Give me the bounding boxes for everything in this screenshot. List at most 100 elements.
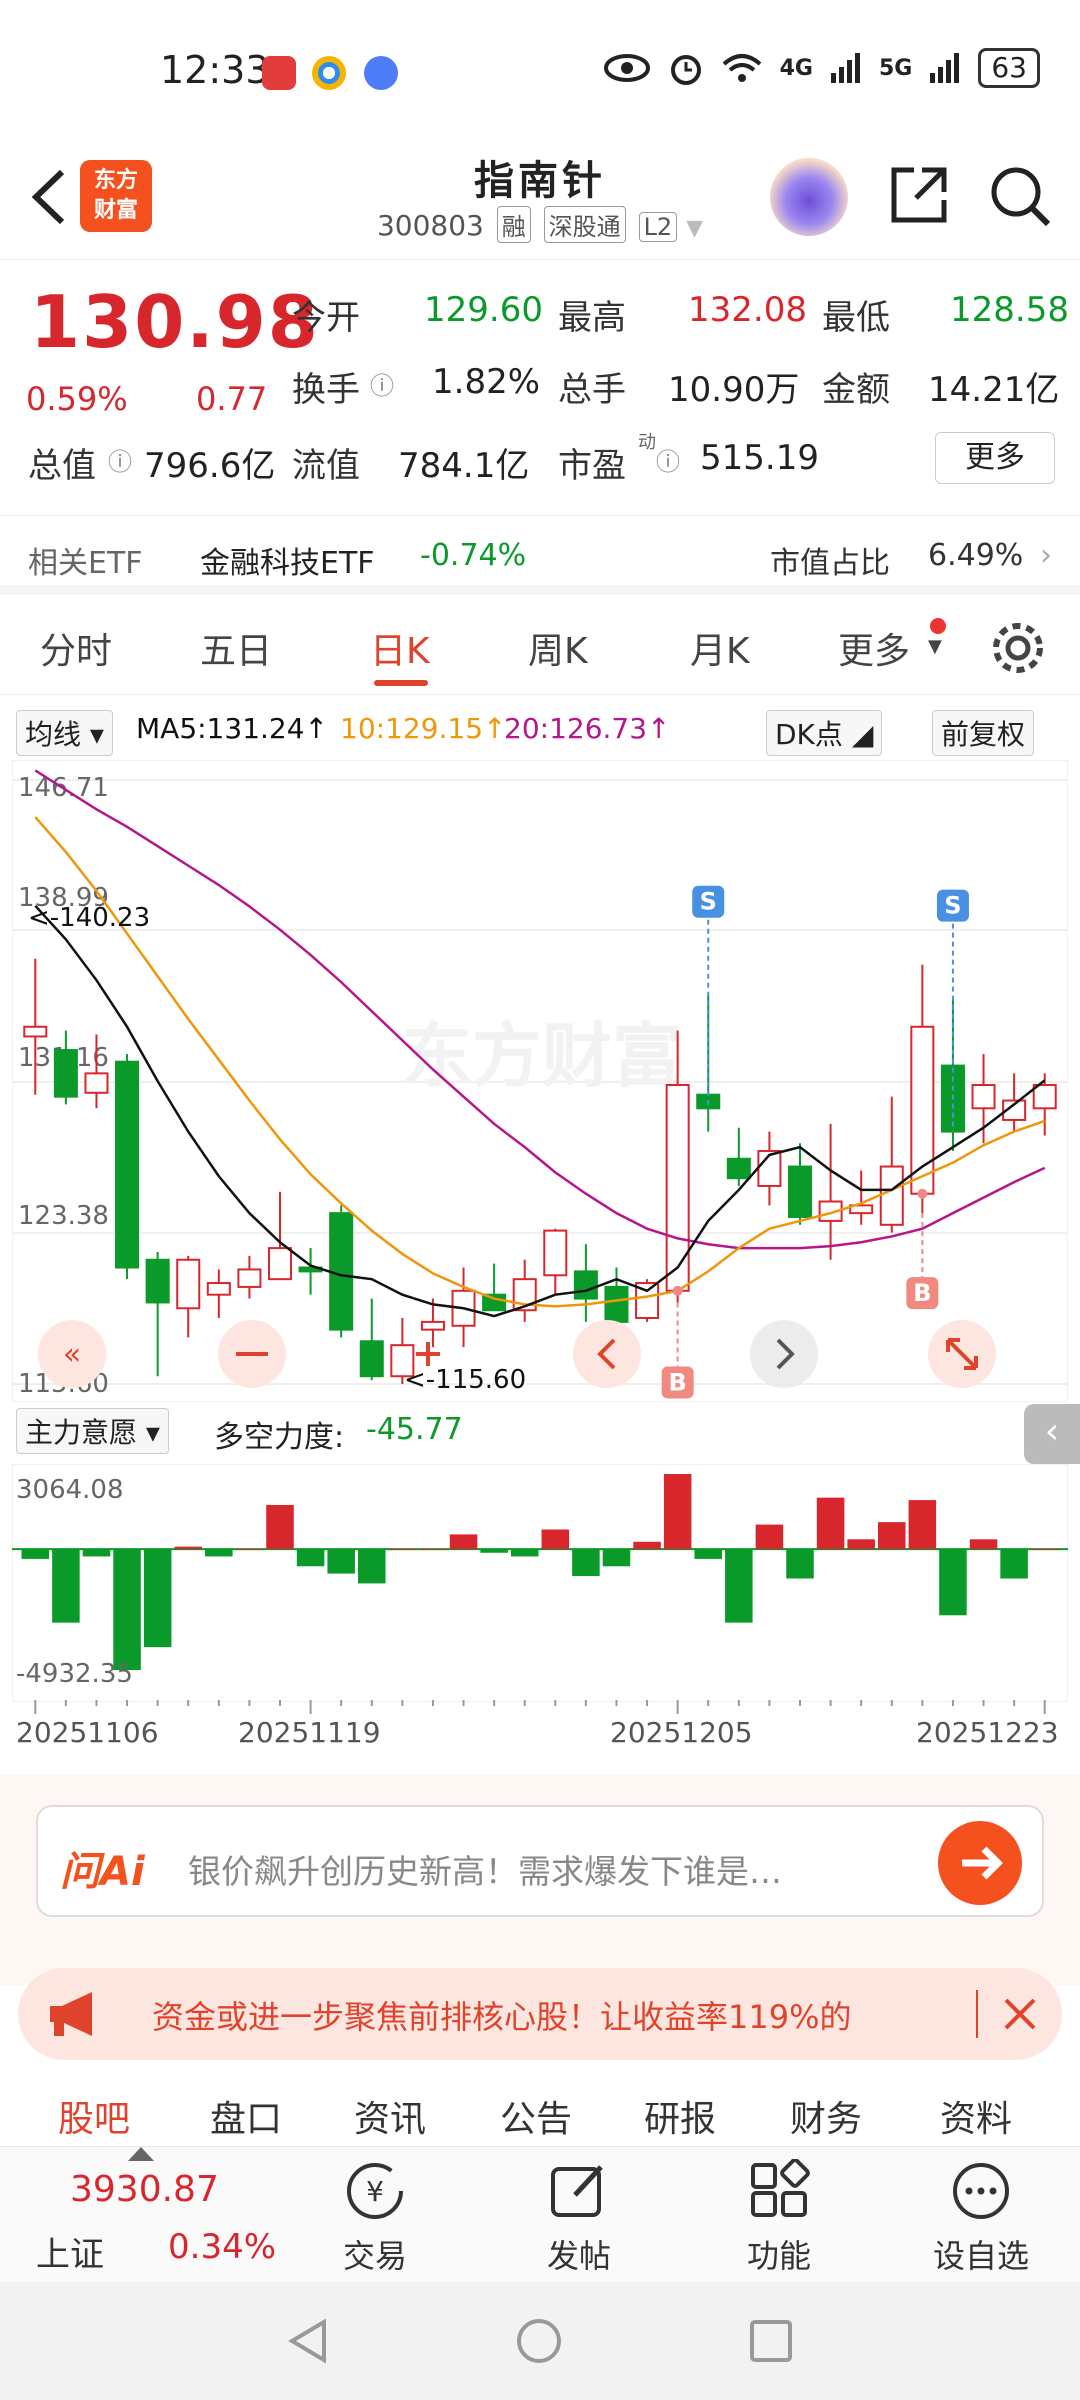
candle-body: [84, 1072, 109, 1094]
sub-bar: [52, 1549, 80, 1623]
dropdown-caret-icon: ▼: [686, 216, 704, 241]
minus-icon: [236, 1352, 268, 1356]
tab-orderbook[interactable]: 盘口: [210, 2090, 282, 2142]
system-nav-bar: [0, 2282, 1080, 2400]
search-icon[interactable]: [988, 164, 1052, 228]
kline-chart[interactable]: 东方财富 146.71 138.99 131.16 123.38 115.60 …: [12, 760, 1068, 1402]
amount-value: 14.21亿: [928, 370, 1060, 410]
float-label: 流值: [292, 446, 360, 486]
tab-five-day[interactable]: 五日: [200, 622, 272, 674]
tab-financials[interactable]: 财务: [790, 2090, 862, 2142]
edit-icon: [551, 2165, 603, 2217]
tab-announcements[interactable]: 公告: [500, 2090, 572, 2142]
tab-profile[interactable]: 资料: [940, 2090, 1012, 2142]
megaphone-icon: [50, 1992, 92, 2036]
volume-label: 总手: [558, 370, 626, 410]
sub-bar: [510, 1549, 539, 1557]
info-icon[interactable]: ⓘ: [656, 442, 680, 477]
sub-bar: [419, 1549, 447, 1551]
status-bar: 12:33 4G 5G 63: [0, 0, 1080, 140]
tab-research[interactable]: 研报: [644, 2090, 716, 2142]
nav-home-icon[interactable]: [514, 2316, 564, 2366]
info-icon[interactable]: ⓘ: [370, 366, 394, 401]
pe-dynamic-mark: 动: [638, 432, 656, 453]
wifi-icon: [722, 54, 761, 82]
notification-dot: [930, 618, 946, 634]
sub-indicator-label: 主力意愿: [25, 1416, 138, 1449]
fullscreen-button[interactable]: [928, 1320, 996, 1388]
high-value: 132.08: [688, 290, 807, 330]
collapse-side-button[interactable]: ‹: [1024, 1404, 1080, 1464]
tab-more[interactable]: 更多: [838, 622, 910, 674]
index-name: 上证: [36, 2235, 104, 2275]
next-button[interactable]: [750, 1320, 818, 1388]
sub-bar: [755, 1524, 784, 1550]
sub-indicator-selector[interactable]: 主力意愿 ▾: [16, 1408, 169, 1454]
buy-marker-dot: [672, 1285, 683, 1296]
ai-assistant-avatar[interactable]: [770, 158, 848, 236]
tab-intraday[interactable]: 分时: [40, 622, 112, 674]
more-quote-button[interactable]: 更多: [935, 432, 1055, 484]
sub-bar: [725, 1549, 753, 1623]
max-price-note: <-140.23: [28, 903, 150, 933]
promo-banner[interactable]: 资金或进一步聚焦前排核心股！让收益率119%的: [18, 1968, 1062, 2060]
etf-ratio-label: 市值占比: [770, 546, 890, 581]
tab-weekly-k[interactable]: 周K: [528, 622, 588, 674]
nav-back-icon[interactable]: [284, 2316, 334, 2366]
open-value: 129.60: [424, 290, 543, 330]
sub-bar: [1030, 1549, 1059, 1551]
related-etf-row[interactable]: 相关ETF 金融科技ETF -0.74% 市值占比 6.49% ›: [0, 515, 1080, 595]
prev-button[interactable]: [573, 1320, 641, 1388]
sub-bar: [602, 1549, 631, 1567]
gear-icon[interactable]: [988, 618, 1048, 678]
dropdown-caret-icon: ▼: [928, 636, 942, 657]
signal-icon: [830, 53, 860, 83]
candle-body: [206, 1282, 231, 1296]
more-dots-icon: [953, 2163, 1009, 2219]
candle-body: [23, 1025, 48, 1038]
tab-monthly-k[interactable]: 月K: [690, 622, 750, 674]
network-5g: 5G: [878, 55, 913, 81]
add-watchlist-button[interactable]: 设自选: [906, 2147, 1056, 2283]
functions-button[interactable]: 功能: [704, 2147, 854, 2283]
zoom-out-button[interactable]: [218, 1320, 286, 1388]
sub-bar: [816, 1497, 845, 1550]
tab-daily-k[interactable]: 日K: [370, 622, 430, 674]
indicator-selector[interactable]: 均线 ▾: [16, 710, 113, 756]
sub-bar: [205, 1549, 233, 1557]
sub-bar: [541, 1529, 570, 1550]
candle-body: [267, 1247, 293, 1281]
ai-question-box[interactable]: 问Ai 银价飙升创历史新高！需求爆发下谁是…: [36, 1805, 1044, 1917]
sub-y-top: 3064.08: [16, 1475, 124, 1505]
candle-body: [971, 1084, 996, 1110]
close-icon[interactable]: [1002, 1996, 1038, 2032]
price-adjust-button[interactable]: 前复权: [932, 710, 1035, 756]
nav-recents-icon[interactable]: [746, 2316, 796, 2366]
date-label: 20251106: [16, 1716, 159, 1749]
battery-indicator: 63: [978, 48, 1040, 88]
index-ticker[interactable]: 3930.87 上证 0.34%: [0, 2147, 290, 2283]
trade-button[interactable]: ¥ 交易: [300, 2147, 450, 2283]
tab-news[interactable]: 资讯: [354, 2090, 426, 2142]
sub-bar: [480, 1549, 508, 1553]
post-button[interactable]: 发帖: [504, 2147, 654, 2283]
rewind-button[interactable]: «: [38, 1320, 106, 1388]
sub-bar: [694, 1549, 722, 1559]
candle-body: [910, 1025, 935, 1195]
active-tab-indicator: [374, 680, 428, 686]
ai-submit-button[interactable]: [938, 1821, 1022, 1905]
tab-forum[interactable]: 股吧: [58, 2090, 130, 2142]
date-label: 20251205: [610, 1716, 753, 1749]
etf-label: 相关ETF: [28, 546, 143, 581]
sub-indicator-panel: 主力意愿 ▾ 多空力度: -45.77 ‹ 3064.08 -4932.35: [0, 1402, 1080, 1702]
chart-period-tabs: 分时 五日 日K 周K 月K 更多 ▼: [0, 600, 1080, 695]
dk-point-button[interactable]: DK点 ◢: [766, 710, 883, 756]
mktcap-label: 总值: [28, 446, 96, 486]
sub-indicator-chart[interactable]: 3064.08 -4932.35: [12, 1464, 1068, 1702]
etf-change: -0.74%: [420, 538, 527, 573]
share-icon[interactable]: [888, 164, 950, 226]
last-price: 130.98: [30, 280, 320, 364]
info-icon[interactable]: ⓘ: [108, 442, 132, 477]
quote-panel: 130.98 0.59% 0.77 今开 129.60 最高 132.08 最低…: [0, 262, 1080, 512]
candle-body: [359, 1340, 384, 1378]
